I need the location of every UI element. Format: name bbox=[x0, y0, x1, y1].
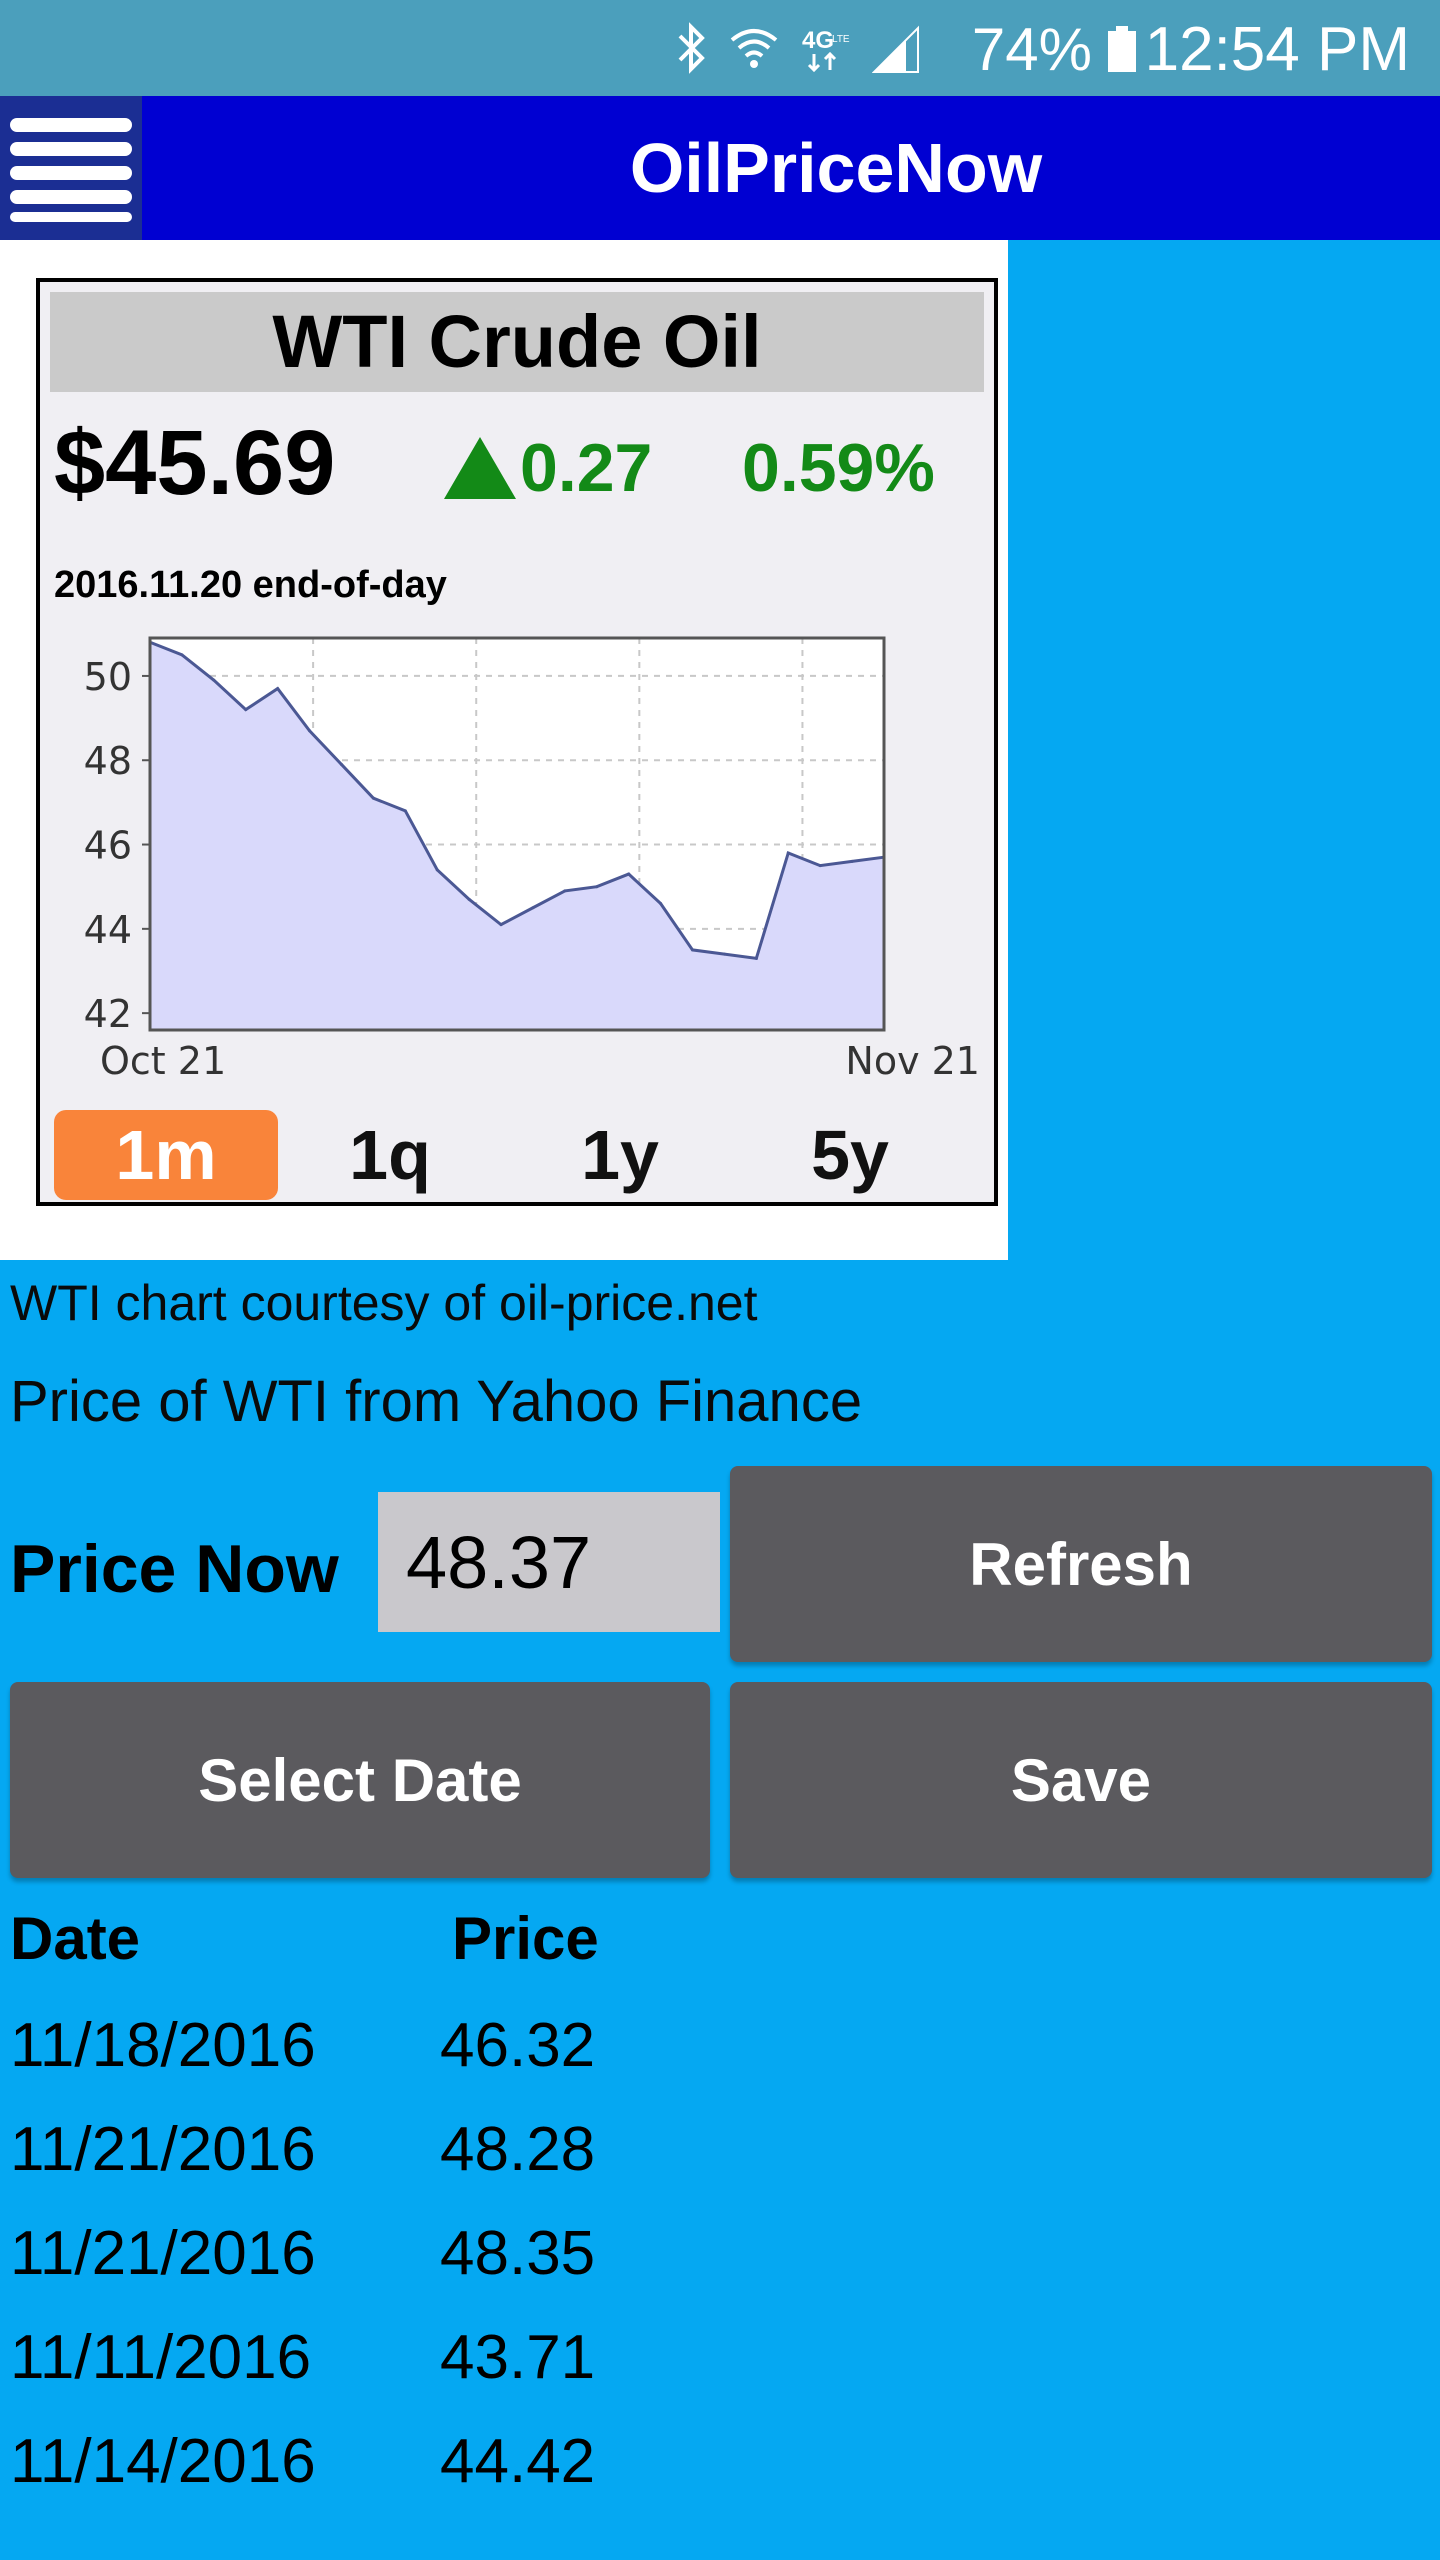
data-point bbox=[595, 885, 599, 889]
status-bar: 4G LTE 74% 12:54 PM bbox=[0, 0, 1440, 96]
app-bar: OilPriceNow bbox=[0, 96, 1440, 240]
chart-panel: WTI Crude Oil $45.69 0.27 0.59% 2016.11.… bbox=[0, 240, 1008, 1260]
refresh-button[interactable]: Refresh bbox=[730, 1466, 1432, 1662]
table-row-date: 11/21/2016 bbox=[10, 2115, 316, 2184]
data-point bbox=[722, 952, 726, 956]
tab-1q[interactable]: 1q bbox=[290, 1110, 490, 1200]
data-point bbox=[850, 859, 854, 863]
battery-icon bbox=[1108, 26, 1136, 72]
table-header-price: Price bbox=[452, 1905, 599, 1972]
table-header-date: Date bbox=[10, 1905, 141, 1972]
table-row-price: 43.71 bbox=[440, 2323, 596, 2392]
price-chart: 42 44 46 48 50 Oct 21 Nov 21 bbox=[84, 636, 980, 1082]
status-time: 12:54 PM bbox=[1144, 15, 1410, 84]
table-row-price: 48.35 bbox=[440, 2219, 596, 2288]
data-point bbox=[276, 687, 280, 691]
table-row-price: 44.42 bbox=[440, 2427, 596, 2496]
table-row-date: 11/21/2016 bbox=[10, 2219, 316, 2288]
table-row-date: 11/11/2016 bbox=[10, 2323, 312, 2392]
status-icons: 4G LTE bbox=[674, 22, 920, 74]
data-point bbox=[754, 956, 758, 960]
range-tabs: 1m 1q 1y 5y bbox=[54, 1110, 984, 1200]
4g-lte-icon: 4G LTE bbox=[802, 27, 850, 73]
data-point bbox=[403, 809, 407, 813]
data-point bbox=[659, 902, 663, 906]
wifi-icon bbox=[730, 29, 778, 68]
select-date-button[interactable]: Select Date bbox=[10, 1682, 710, 1878]
y-tick-label: 50 bbox=[84, 655, 132, 699]
x-tick-label: Oct 21 bbox=[100, 1039, 226, 1082]
table-row-price: 48.28 bbox=[440, 2115, 596, 2184]
tab-1y[interactable]: 1y bbox=[520, 1110, 720, 1200]
arrow-up-icon bbox=[444, 437, 516, 499]
data-point bbox=[339, 762, 343, 766]
price-change: 0.27 bbox=[444, 418, 652, 518]
current-price: $45.69 bbox=[54, 412, 336, 514]
price-now-field[interactable] bbox=[378, 1492, 720, 1632]
data-point bbox=[499, 923, 503, 927]
app-title: OilPriceNow bbox=[629, 129, 1043, 207]
y-tick-label: 42 bbox=[84, 992, 132, 1036]
price-change-value: 0.27 bbox=[520, 430, 653, 506]
tab-5y[interactable]: 5y bbox=[750, 1110, 950, 1200]
svg-text:4G: 4G bbox=[802, 27, 834, 54]
data-point bbox=[627, 872, 631, 876]
x-tick-label: Nov 21 bbox=[845, 1039, 980, 1082]
battery-percent: 74% bbox=[971, 16, 1092, 83]
chart-courtesy-text: WTI chart courtesy of oil-price.net bbox=[10, 1275, 758, 1331]
price-source-text: Price of WTI from Yahoo Finance bbox=[10, 1369, 863, 1434]
data-point bbox=[818, 864, 822, 868]
save-button[interactable]: Save bbox=[730, 1682, 1432, 1878]
data-point bbox=[371, 796, 375, 800]
data-point bbox=[691, 948, 695, 952]
table-row-date: 11/18/2016 bbox=[10, 2011, 316, 2080]
bluetooth-icon bbox=[678, 22, 705, 74]
data-point bbox=[563, 889, 567, 893]
data-point bbox=[244, 708, 248, 712]
as-of-label: 2016.11.20 end-of-day bbox=[54, 564, 447, 606]
price-now-label: Price Now bbox=[10, 1531, 339, 1607]
data-point bbox=[180, 653, 184, 657]
data-point bbox=[435, 868, 439, 872]
data-point bbox=[212, 678, 216, 682]
table-row-date: 11/14/2016 bbox=[10, 2427, 316, 2496]
table-row-price: 46.32 bbox=[440, 2011, 596, 2080]
price-chart-card: WTI Crude Oil $45.69 0.27 0.59% 2016.11.… bbox=[36, 278, 998, 1206]
chart-card-title: WTI Crude Oil bbox=[50, 292, 984, 392]
data-point bbox=[467, 897, 471, 901]
price-change-percent: 0.59% bbox=[742, 430, 935, 506]
y-tick-label: 46 bbox=[84, 824, 132, 868]
y-tick-label: 48 bbox=[84, 739, 132, 783]
svg-text:LTE: LTE bbox=[832, 34, 850, 45]
tab-1m[interactable]: 1m bbox=[54, 1110, 278, 1200]
menu-button[interactable] bbox=[0, 96, 142, 240]
y-tick-label: 44 bbox=[84, 908, 132, 952]
signal-icon bbox=[872, 25, 919, 73]
data-point bbox=[531, 906, 535, 910]
data-point bbox=[308, 729, 312, 733]
data-point bbox=[786, 851, 790, 855]
